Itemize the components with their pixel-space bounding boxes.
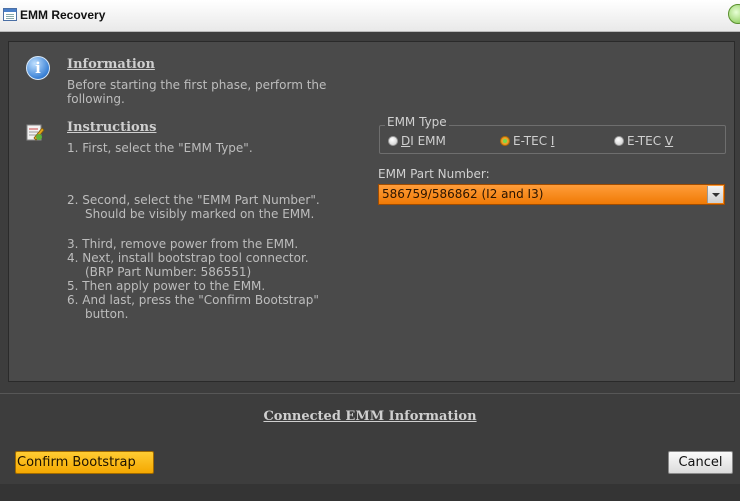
- status-indicator-icon[interactable]: [728, 4, 740, 24]
- title-bar: EMM Recovery: [0, 0, 740, 32]
- confirm-bootstrap-button[interactable]: Confirm Bootstrap: [15, 451, 154, 474]
- part-number-dropdown[interactable]: 586759/586862 (I2 and I3): [378, 184, 725, 205]
- instructions-heading: Instructions: [67, 120, 157, 135]
- information-heading: Information: [67, 57, 155, 72]
- emm-type-legend: EMM Type: [385, 115, 449, 129]
- instruction-step-2: 2. Second, select the "EMM Part Number".: [67, 193, 320, 207]
- part-number-value: 586759/586862 (I2 and I3): [382, 187, 544, 201]
- instruction-step-4-detail: (BRP Part Number: 586551): [85, 265, 252, 279]
- information-icon: i: [26, 56, 50, 80]
- emm-type-etec-v-radio[interactable]: E-TEC V: [614, 134, 673, 148]
- instruction-step-6-detail: button.: [85, 307, 129, 321]
- instruction-step-2-detail: Should be visibly marked on the EMM.: [85, 207, 315, 221]
- instruction-step-3: 3. Third, remove power from the EMM.: [67, 237, 299, 251]
- window-icon: [3, 8, 17, 21]
- instructions-icon: [26, 124, 45, 141]
- window-title: EMM Recovery: [20, 8, 106, 22]
- instruction-step-1: 1. First, select the "EMM Type".: [67, 141, 253, 155]
- information-text-line2: following.: [67, 92, 125, 106]
- part-number-label: EMM Part Number:: [378, 167, 490, 181]
- instruction-step-4: 4. Next, install bootstrap tool connecto…: [67, 251, 309, 265]
- chevron-down-icon[interactable]: [707, 186, 723, 203]
- section-divider: [0, 393, 740, 394]
- instruction-step-6: 6. And last, press the "Confirm Bootstra…: [67, 293, 319, 307]
- cancel-button[interactable]: Cancel: [668, 451, 733, 474]
- instruction-step-5: 5. Then apply power to the EMM.: [67, 279, 266, 293]
- radio-unselected-icon: [388, 136, 398, 146]
- radio-selected-icon: [500, 136, 510, 146]
- emm-type-di-radio[interactable]: DI EMM: [388, 134, 446, 148]
- radio-unselected-icon: [614, 136, 624, 146]
- information-text-line1: Before starting the first phase, perform…: [67, 78, 327, 92]
- emm-type-etec-i-radio[interactable]: E-TEC I: [500, 134, 554, 148]
- instructions-panel: i Information Before starting the first …: [8, 41, 735, 382]
- footer-strip: [0, 484, 740, 501]
- connected-emm-information-link[interactable]: Connected EMM Information: [0, 409, 740, 424]
